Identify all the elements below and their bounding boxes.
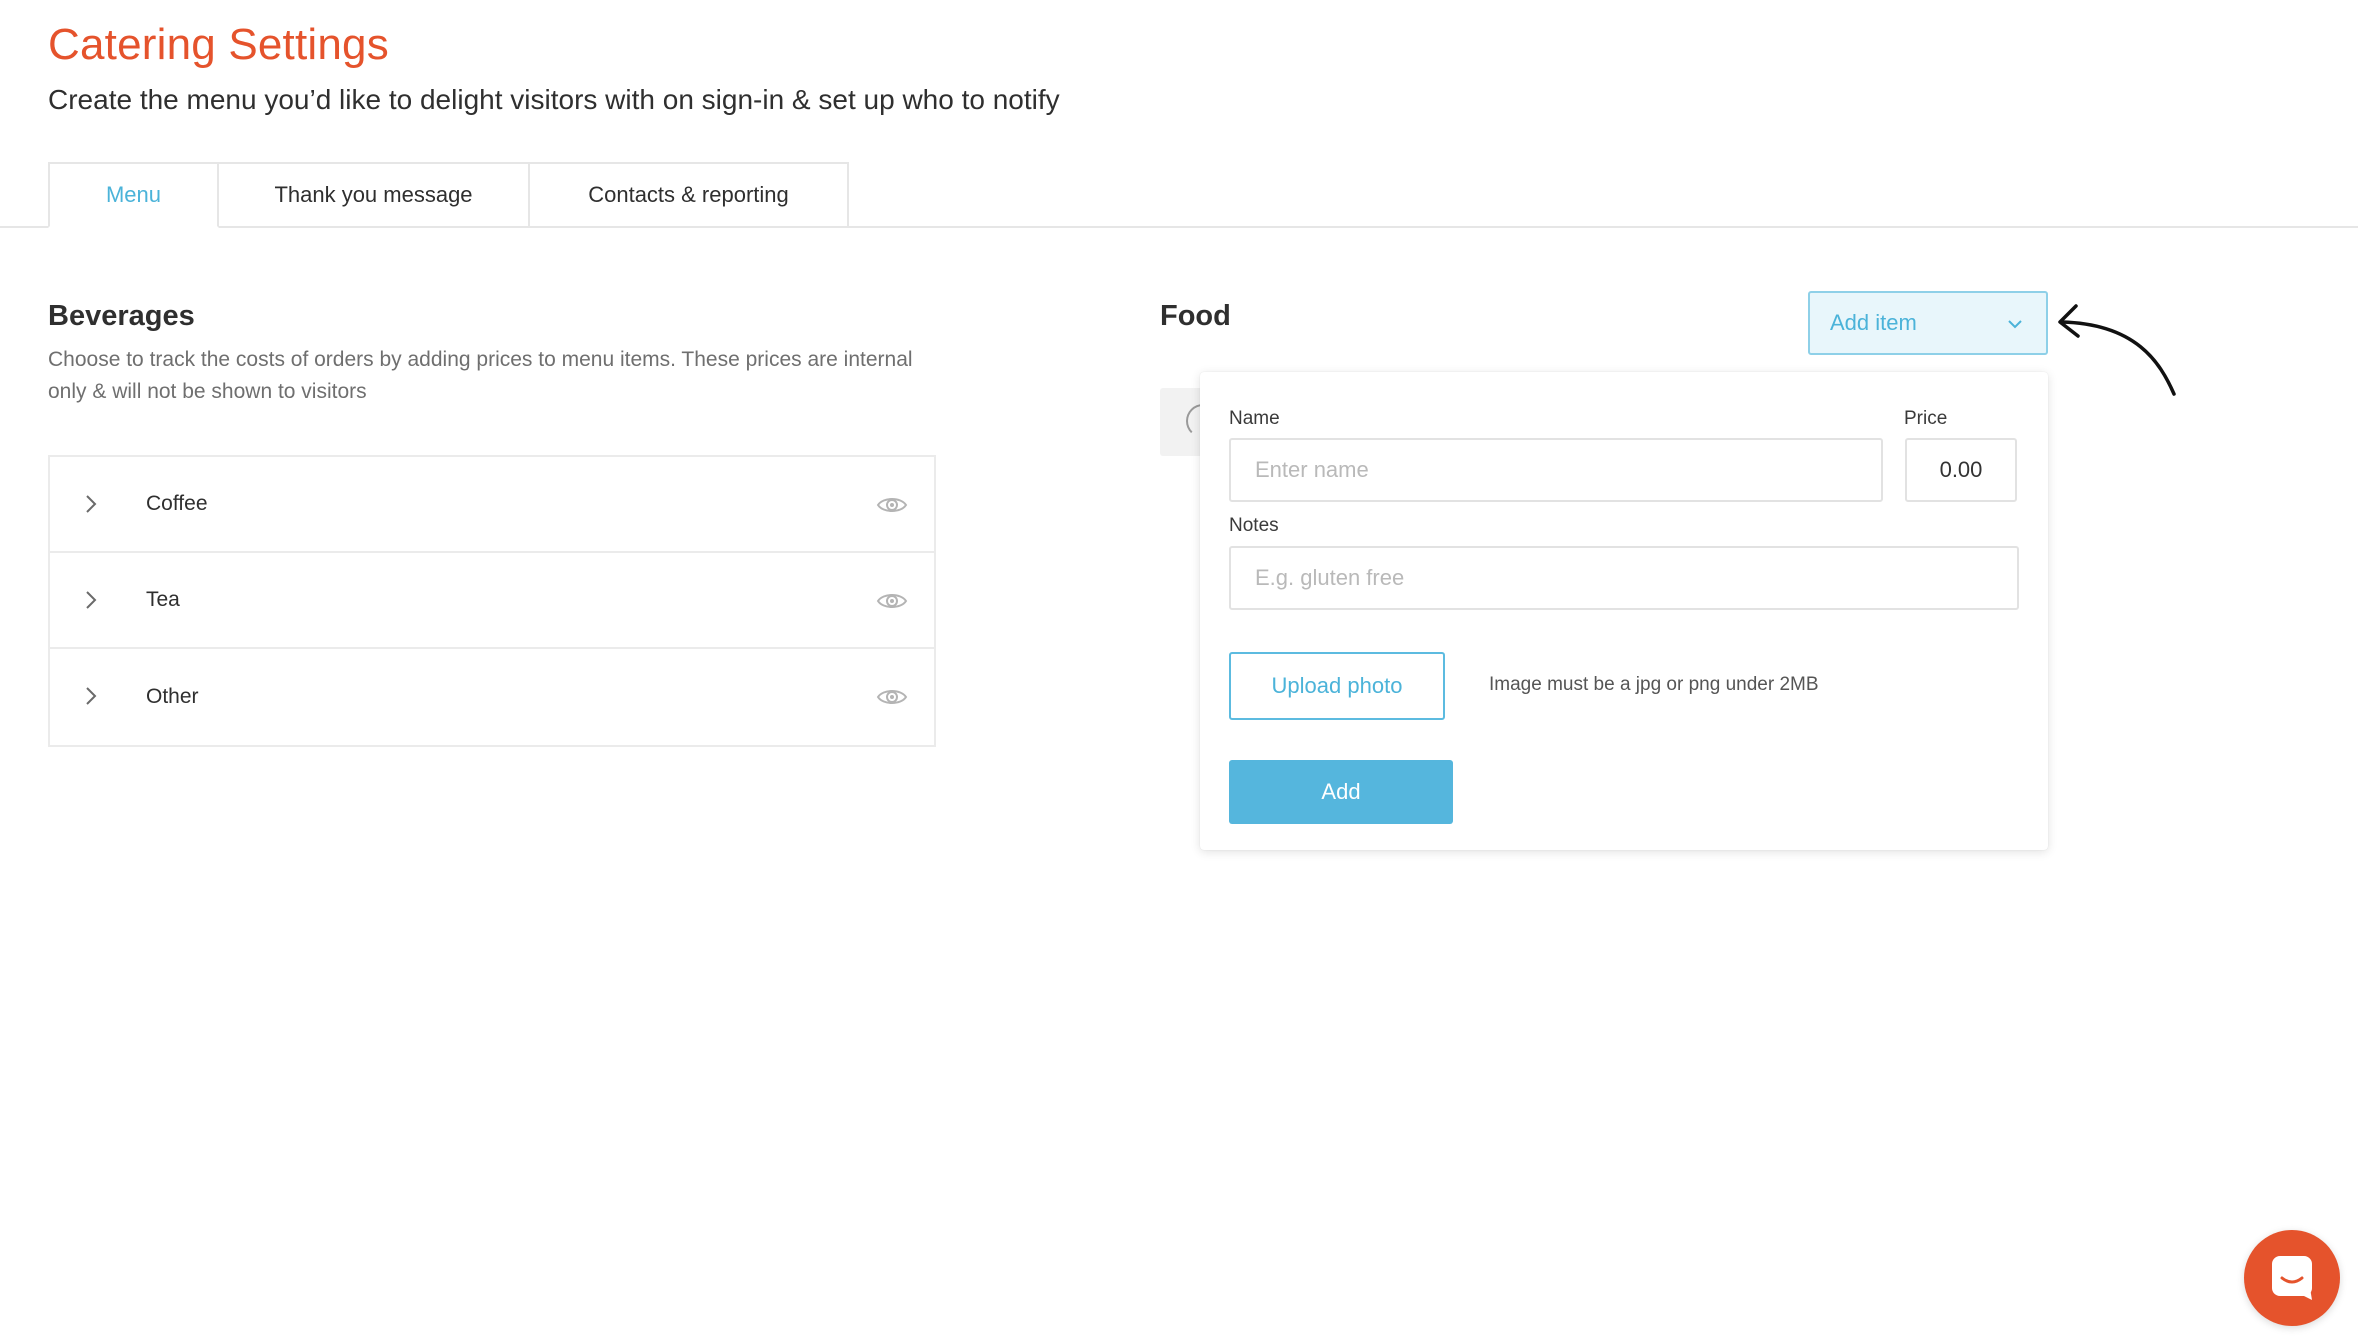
upload-photo-hint: Image must be a jpg or png under 2MB (1489, 674, 1819, 695)
price-label: Price (1904, 408, 1948, 429)
add-item-dropdown[interactable]: Add item (1808, 291, 2048, 355)
eye-icon[interactable] (876, 685, 908, 709)
beverages-list: Coffee Tea Other (48, 455, 936, 747)
notes-input[interactable] (1229, 546, 2019, 610)
beverages-heading: Beverages (48, 300, 195, 332)
upload-photo-button[interactable]: Upload photo (1229, 652, 1445, 720)
page-title: Catering Settings (48, 20, 389, 69)
add-item-label: Add item (1830, 310, 1917, 335)
beverage-label: Coffee (146, 492, 208, 515)
eye-icon[interactable] (876, 493, 908, 517)
beverage-row-other[interactable]: Other (50, 649, 934, 745)
notes-label: Notes (1229, 515, 1279, 536)
page-subtitle: Create the menu you’d like to delight vi… (48, 84, 1060, 115)
eye-icon[interactable] (876, 589, 908, 613)
beverage-row-coffee[interactable]: Coffee (50, 457, 934, 553)
chat-launcher-button[interactable] (2244, 1230, 2340, 1326)
beverage-label: Tea (146, 588, 180, 611)
tab-thank-you-message[interactable]: Thank you message (219, 162, 530, 228)
chevron-right-icon[interactable] (80, 685, 102, 707)
catering-settings-page: Catering Settings Create the menu you’d … (0, 0, 2358, 1342)
add-button[interactable]: Add (1229, 760, 1453, 824)
tab-menu[interactable]: Menu (48, 162, 219, 228)
beverages-description: Choose to track the costs of orders by a… (48, 348, 913, 403)
pointer-arrow-annotation (2058, 304, 2176, 396)
chevron-right-icon[interactable] (80, 493, 102, 515)
name-input[interactable] (1229, 438, 1883, 502)
tab-contacts-reporting[interactable]: Contacts & reporting (530, 162, 849, 228)
chevron-down-icon (2008, 320, 2022, 329)
chevron-right-icon[interactable] (80, 589, 102, 611)
add-item-popover: Name Price Notes Upload photo Image must… (1200, 372, 2048, 850)
beverage-row-tea[interactable]: Tea (50, 553, 934, 649)
food-heading: Food (1160, 300, 1231, 332)
tab-bar: Menu Thank you message Contacts & report… (48, 162, 849, 228)
price-input[interactable] (1905, 438, 2017, 502)
beverage-label: Other (146, 685, 199, 708)
chat-icon (2272, 1256, 2312, 1300)
name-label: Name (1229, 408, 1280, 429)
